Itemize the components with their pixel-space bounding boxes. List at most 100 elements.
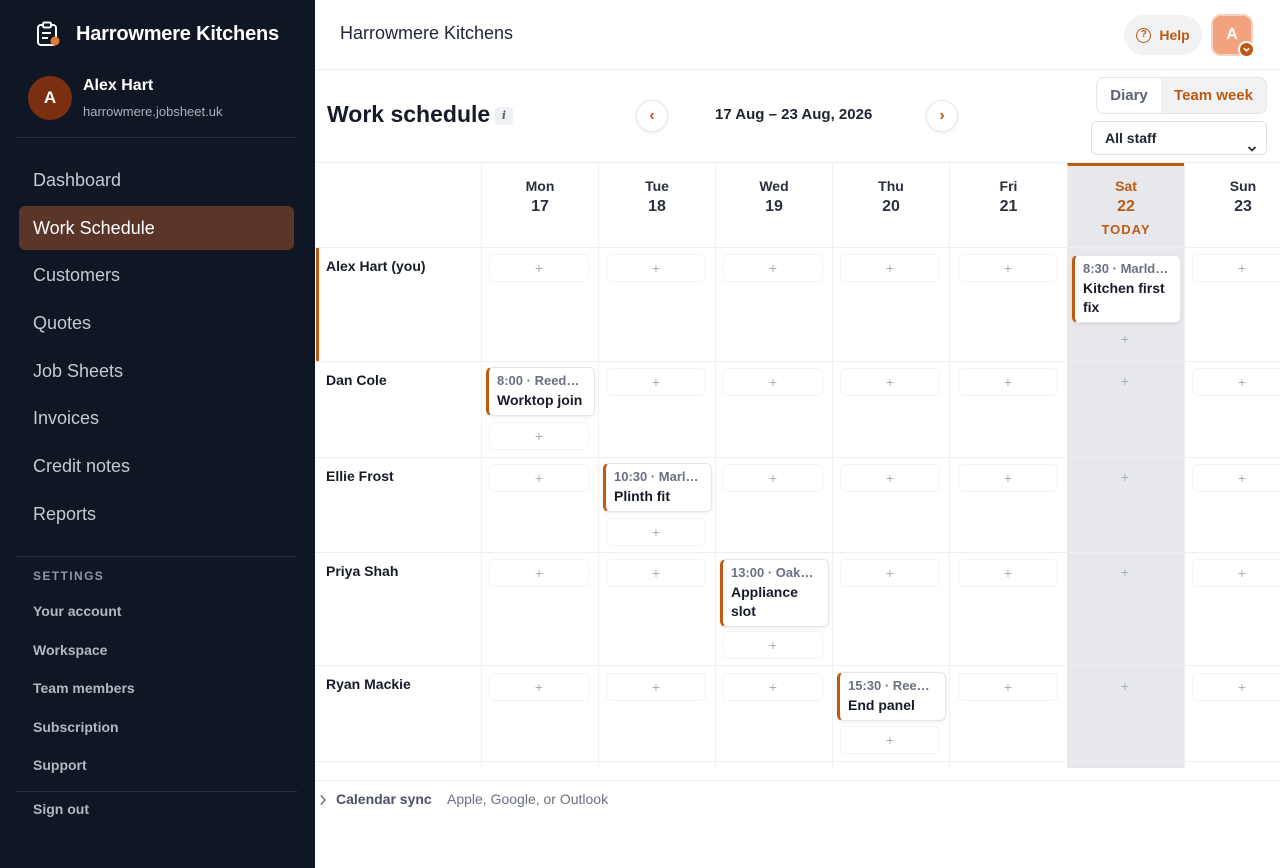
day-name: Wed	[759, 178, 789, 194]
add-job-slot[interactable]: +	[723, 254, 823, 282]
add-job-slot[interactable]: +	[723, 631, 823, 659]
sign-out-link[interactable]: Sign out	[33, 801, 89, 817]
view-diary-button[interactable]: Diary	[1097, 78, 1161, 113]
add-job-slot[interactable]: +	[1192, 464, 1280, 492]
row-divider	[315, 552, 1280, 553]
account-avatar-initial: A	[1226, 26, 1238, 43]
nav-item-customers[interactable]: Customers	[19, 253, 294, 297]
staff-name: Ellie Frost	[326, 468, 394, 484]
nav-item-job-sheets[interactable]: Job Sheets	[19, 349, 294, 393]
add-job-slot[interactable]: +	[1075, 326, 1175, 354]
appointment-card[interactable]: 10:30 · Marl… Plinth fit	[603, 463, 712, 512]
chevron-left-icon: ‹	[649, 107, 655, 124]
day-number: 22	[1117, 198, 1135, 215]
add-job-slot[interactable]: +	[1192, 673, 1280, 701]
add-job-slot[interactable]: +	[840, 559, 940, 587]
sidebar-divider	[16, 791, 297, 792]
calendar-sync-label: Calendar sync	[336, 791, 432, 807]
day-number: 21	[999, 198, 1018, 215]
next-week-button[interactable]: ›	[926, 100, 958, 132]
row-divider	[315, 457, 1280, 458]
add-job-slot[interactable]: +	[1075, 673, 1175, 701]
add-job-slot[interactable]: +	[958, 559, 1058, 587]
settings-item-support[interactable]: Support	[33, 746, 135, 785]
add-job-slot[interactable]: +	[1192, 254, 1280, 282]
column-divider	[1184, 247, 1185, 768]
settings-item-workspace[interactable]: Workspace	[33, 631, 135, 670]
add-job-slot[interactable]: +	[606, 559, 706, 587]
add-job-slot[interactable]: +	[489, 422, 589, 450]
add-job-slot[interactable]: +	[489, 254, 589, 282]
add-job-slot[interactable]: +	[1075, 368, 1175, 396]
main-nav: Dashboard Work Schedule Customers Quotes…	[19, 158, 294, 540]
staff-filter-select[interactable]: All staff	[1091, 121, 1267, 155]
settings-nav: Your account Workspace Team members Subs…	[33, 592, 135, 785]
add-job-slot[interactable]: +	[489, 464, 589, 492]
appointment-meta: 8:00 · Reed…	[497, 373, 580, 388]
add-job-slot[interactable]: +	[840, 726, 940, 754]
info-icon[interactable]: i	[495, 107, 513, 125]
row-divider	[315, 761, 1280, 762]
add-job-slot[interactable]: +	[1075, 559, 1175, 587]
appointment-card[interactable]: 8:00 · Reed… Worktop join	[486, 367, 595, 416]
appointment-title: Appliance slot	[731, 584, 798, 619]
add-job-slot[interactable]: +	[958, 368, 1058, 396]
day-header-sat-today: Sat 22 TODAY	[1067, 163, 1184, 247]
add-job-slot[interactable]: +	[840, 368, 940, 396]
day-header-sun: Sun 23	[1184, 163, 1280, 247]
sidebar-divider	[16, 137, 297, 138]
calendar-sync-bar[interactable]: Calendar sync Apple, Google, or Outlook	[315, 780, 1280, 816]
staff-name: Priya Shah	[326, 563, 399, 579]
day-name: Thu	[878, 178, 904, 194]
add-job-slot[interactable]: +	[1192, 559, 1280, 587]
add-job-slot[interactable]: +	[840, 254, 940, 282]
appointment-card[interactable]: 8:30 · Marld… Kitchen first fix	[1072, 255, 1181, 323]
day-number: 19	[765, 198, 783, 215]
day-number: 20	[882, 198, 900, 215]
brand[interactable]: Harrowmere Kitchens	[34, 20, 279, 48]
add-job-slot[interactable]: +	[958, 464, 1058, 492]
add-job-slot[interactable]: +	[723, 368, 823, 396]
day-name: Mon	[525, 178, 555, 194]
add-job-slot[interactable]: +	[723, 464, 823, 492]
nav-item-work-schedule[interactable]: Work Schedule	[19, 205, 294, 250]
column-divider	[715, 247, 716, 768]
add-job-slot[interactable]: +	[489, 673, 589, 701]
workspace-title: Harrowmere Kitchens	[340, 23, 514, 43]
settings-item-team-members[interactable]: Team members	[33, 669, 135, 708]
prev-week-button[interactable]: ‹	[636, 100, 668, 132]
appointment-meta: 8:30 · Marld…	[1083, 261, 1169, 276]
add-job-slot[interactable]: +	[958, 673, 1058, 701]
add-job-slot[interactable]: +	[606, 518, 706, 546]
settings-heading: SETTINGS	[33, 569, 105, 583]
day-header-fri: Fri 21	[949, 163, 1067, 247]
help-button[interactable]: ? Help	[1124, 15, 1202, 55]
settings-item-your-account[interactable]: Your account	[33, 592, 135, 631]
add-job-slot[interactable]: +	[1192, 368, 1280, 396]
appointment-title: Worktop join	[497, 392, 583, 408]
nav-item-credit-notes[interactable]: Credit notes	[19, 444, 294, 488]
sidebar: Harrowmere Kitchens A Alex Hart harrowme…	[0, 0, 315, 868]
add-job-slot[interactable]: +	[606, 368, 706, 396]
chevron-down-icon	[1247, 133, 1257, 165]
add-job-slot[interactable]: +	[489, 559, 589, 587]
day-name: Fri	[999, 178, 1018, 194]
nav-item-quotes[interactable]: Quotes	[19, 301, 294, 345]
account-menu-button[interactable]: A	[1211, 14, 1255, 58]
add-job-slot[interactable]: +	[606, 673, 706, 701]
add-job-slot[interactable]: +	[723, 673, 823, 701]
nav-item-reports[interactable]: Reports	[19, 492, 294, 536]
current-user[interactable]: A Alex Hart harrowmere.jobsheet.uk	[28, 76, 222, 120]
appointment-card[interactable]: 13:00 · Oak… Appliance slot	[720, 559, 829, 627]
help-label: Help	[1159, 27, 1190, 43]
add-job-slot[interactable]: +	[958, 254, 1058, 282]
add-job-slot[interactable]: +	[606, 254, 706, 282]
add-job-slot[interactable]: +	[840, 464, 940, 492]
appointment-card[interactable]: 15:30 · Reed… End panel	[837, 672, 946, 721]
view-team-week-button[interactable]: Team week	[1161, 78, 1266, 113]
settings-item-subscription[interactable]: Subscription	[33, 708, 135, 747]
day-name: Tue	[645, 178, 669, 194]
add-job-slot[interactable]: +	[1075, 464, 1175, 492]
nav-item-dashboard[interactable]: Dashboard	[19, 158, 294, 202]
nav-item-invoices[interactable]: Invoices	[19, 396, 294, 440]
